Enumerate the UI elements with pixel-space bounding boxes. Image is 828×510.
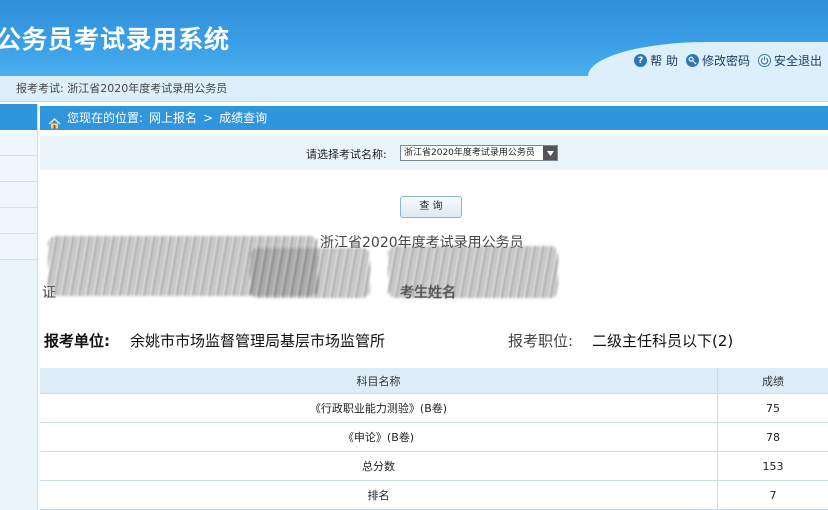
sidebar-header [0,104,37,130]
sidebar-item[interactable] [0,130,37,156]
subject-cell: 《行政职业能力测验》(B卷) [40,394,718,422]
subject-cell: 总分数 [40,452,718,480]
breadcrumb: 您现在的位置: 网上报名 > 成绩查询 [40,106,828,130]
unit-label: 报考单位: [44,332,110,350]
sidebar-item[interactable] [0,182,37,208]
sidebar-item[interactable] [0,156,37,182]
subject-cell: 《申论》(B卷) [40,423,718,451]
sidebar-item[interactable] [0,208,37,234]
table-header-row: 科目名称 成绩 [40,368,828,394]
query-area: 查 询 [40,170,828,226]
breadcrumb-score-query: 成绩查询 [219,111,268,125]
header-links: ? 帮 助 修改密码 安全退出 [634,52,822,69]
power-icon [757,54,771,67]
unit-value: 余姚市市场监督管理局基层市场监管所 [130,332,386,350]
change-password-label: 修改密码 [701,54,750,68]
table-row: 《行政职业能力测验》(B卷) 75 [40,394,828,423]
exam-select-value: 浙江省2020年度考试录用公务员 [404,148,535,158]
exam-select-label: 请选择考试名称: [306,148,387,161]
left-sidebar [0,104,38,510]
redaction-middle [250,248,370,298]
exam-info-bar: 报考考试: 浙江省2020年度考试录用公务员 [0,76,828,102]
redaction-right [388,246,558,298]
query-button[interactable]: 查 询 [400,196,462,218]
app-header: 公务员考试录用系统 ? 帮 助 修改密码 安全退出 [0,0,828,76]
help-icon: ? [634,54,648,67]
position-value: 二级主任科员以下(2) [592,332,734,350]
header-score: 成绩 [762,374,784,388]
position-label: 报考职位: [508,332,574,350]
score-cell: 153 [762,459,784,473]
logout-label: 安全退出 [773,54,822,68]
change-password-link[interactable]: 修改密码 [685,52,750,69]
subject-cell: 排名 [40,481,718,509]
table-row: 《申论》(B卷) 78 [40,423,828,452]
score-cell: 7 [769,488,777,502]
chevron-down-icon[interactable] [543,146,557,160]
score-cell: 75 [766,401,780,415]
help-link[interactable]: ? 帮 助 [634,52,678,69]
exam-bar-value: 浙江省2020年度考试录用公务员 [67,82,228,95]
help-link-label: 帮 助 [650,54,678,68]
score-table: 科目名称 成绩 《行政职业能力测验》(B卷) 75 《申论》(B卷) 78 总分… [40,368,828,510]
table-row: 总分数 153 [40,452,828,481]
table-row: 排名 7 [40,481,828,510]
unit-position-row: 报考单位: 余姚市市场监督管理局基层市场监管所 报考职位: 二级主任科员以下(2… [44,330,804,352]
logout-link[interactable]: 安全退出 [757,52,822,69]
exam-select-dropdown[interactable]: 浙江省2020年度考试录用公务员 [400,145,558,161]
exam-select-row: 请选择考试名称: 浙江省2020年度考试录用公务员 [40,136,828,170]
breadcrumb-separator: > [203,111,214,125]
score-cell: 78 [766,430,780,444]
exam-bar-label: 报考考试: [16,82,64,95]
system-title: 公务员考试录用系统 [0,25,231,54]
home-icon [48,113,61,128]
key-icon [685,54,699,67]
sidebar-item[interactable] [0,234,37,260]
header-subject: 科目名称 [40,368,718,393]
breadcrumb-online-registration[interactable]: 网上报名 [149,106,197,130]
breadcrumb-prefix: 您现在的位置: [67,111,144,125]
